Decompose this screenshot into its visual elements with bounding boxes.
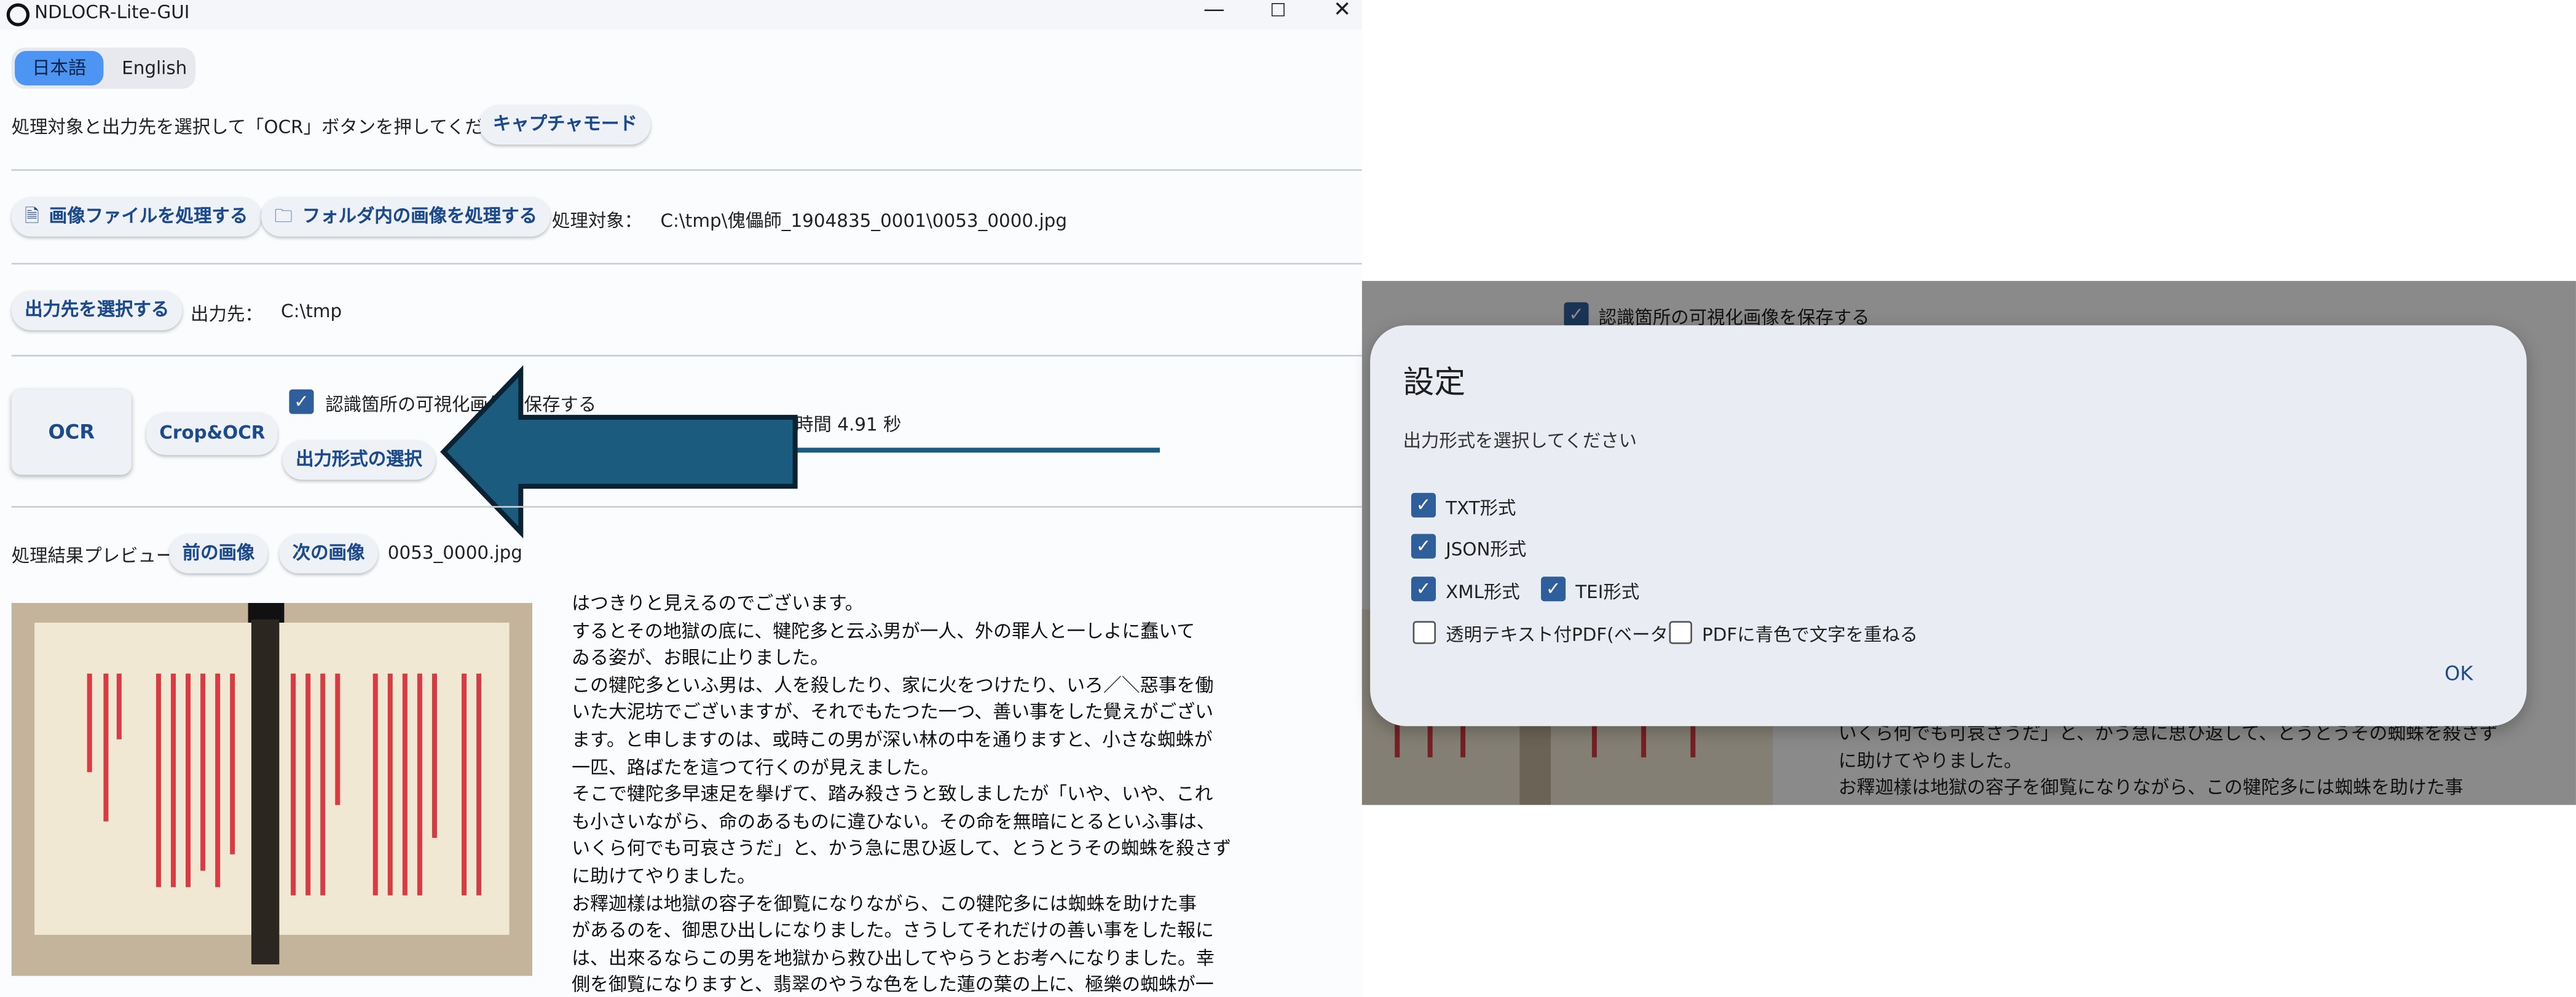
ok-button[interactable]: OK [2444, 662, 2473, 685]
preview-label: 処理結果プレビュー [11, 545, 175, 567]
xml-format-checkbox[interactable]: ✓ [1411, 577, 1436, 602]
divider [11, 506, 1362, 508]
dialog-title: 設定 [1403, 365, 1466, 401]
tei-format-label: TEI形式 [1575, 581, 1640, 603]
xml-format-label: XML形式 [1446, 581, 1520, 603]
pdf-blue-overlay-label: PDFに青色で文字を重ねる [1702, 624, 1918, 646]
next-image-button[interactable]: 次の画像 [279, 534, 378, 573]
prev-image-button[interactable]: 前の画像 [169, 534, 268, 573]
current-filename: 0053_0000.jpg [387, 542, 522, 564]
settings-dialog: 設定 出力形式を選択してください ✓ TXT形式 ✓ JSON形式 ✓ XML形… [1370, 325, 2527, 727]
dialog-subtitle: 出力形式を選択してください [1403, 430, 1637, 452]
json-format-checkbox[interactable]: ✓ [1411, 534, 1436, 559]
main-window: NDLOCR-Lite-GUI — ☐ ✕ 日本語 English 処理対象と出… [0, 0, 1362, 997]
preview-image [11, 602, 532, 976]
json-format-label: JSON形式 [1446, 538, 1527, 561]
pdf-format-label: 透明テキスト付PDF(ベータ) [1446, 624, 1676, 646]
arrow-head [440, 365, 798, 538]
pdf-blue-overlay-checkbox[interactable] [1669, 621, 1692, 644]
txt-format-label: TXT形式 [1446, 497, 1516, 519]
ocr-result-text: はつきりと見えるのでございます。 するとその地獄の底に、犍陀多と云ふ男が一人、外… [572, 593, 1232, 996]
pdf-format-checkbox[interactable] [1412, 621, 1436, 644]
txt-format-checkbox[interactable]: ✓ [1411, 492, 1436, 518]
tei-format-checkbox[interactable]: ✓ [1541, 577, 1566, 602]
